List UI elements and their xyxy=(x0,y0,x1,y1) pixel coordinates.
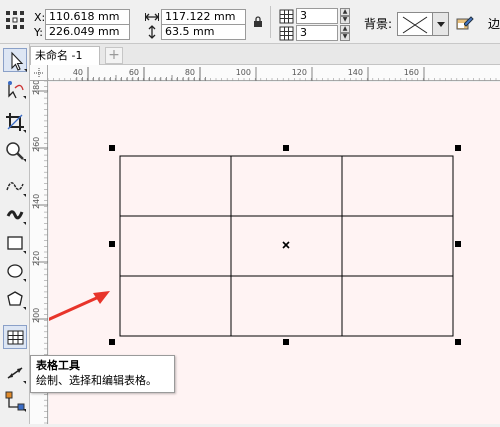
width-field[interactable]: 117.122 mm xyxy=(161,9,246,25)
property-bar: X: 110.618 mm Y: 226.049 mm 117.122 mm 6… xyxy=(0,0,500,44)
rectangle-tool-icon xyxy=(7,236,26,254)
y-position-field[interactable]: 226.049 mm xyxy=(45,24,130,40)
h-ruler-label: 80 xyxy=(185,68,195,77)
connector-tool-icon xyxy=(5,391,26,412)
annotation-arrow xyxy=(42,291,110,324)
edge-label: 边 xyxy=(488,17,500,31)
pick-tool[interactable] xyxy=(3,48,27,72)
table-columns-field[interactable]: 3 xyxy=(296,25,338,41)
shape-tool-icon xyxy=(8,81,26,99)
tooltip-description: 绘制、选择和编辑表格。 xyxy=(36,374,157,387)
horizontal-ruler-scale: 40 60 80 100 120 140 160 xyxy=(47,67,497,81)
height-icon xyxy=(148,25,156,39)
new-document-tab-button[interactable]: + xyxy=(105,47,123,64)
background-color-dropdown[interactable] xyxy=(397,12,449,36)
v-ruler-label: 280 xyxy=(32,81,41,95)
h-ruler-label: 140 xyxy=(348,68,363,77)
rows-spin-down[interactable]: ▼ xyxy=(340,16,350,24)
document-tab-strip: 未命名 -1 + xyxy=(30,44,500,65)
h-ruler-label: 60 xyxy=(129,68,139,77)
crop-tool-icon xyxy=(6,113,26,133)
object-origin-icon[interactable] xyxy=(5,10,25,30)
y-label: Y: xyxy=(34,26,43,39)
tool-tooltip: 表格工具 绘制、选择和编辑表格。 xyxy=(30,355,175,393)
ruler-origin[interactable] xyxy=(30,65,48,81)
chevron-down-icon xyxy=(437,22,445,27)
table-rows-icon xyxy=(279,26,294,41)
x-label: X: xyxy=(34,11,46,24)
h-ruler-label: 120 xyxy=(292,68,307,77)
center-mark-icon[interactable] xyxy=(282,241,290,249)
width-icon xyxy=(145,13,159,21)
rectangle-tool[interactable] xyxy=(3,231,27,255)
artistic-media-icon xyxy=(6,210,26,225)
artistic-media-tool[interactable] xyxy=(3,202,27,226)
table-columns-icon xyxy=(279,9,294,24)
connector-tool[interactable] xyxy=(3,389,27,413)
edit-fill-icon[interactable] xyxy=(456,14,474,32)
table-tool-icon xyxy=(7,330,24,345)
horizontal-ruler[interactable]: 40 60 80 100 120 140 160 xyxy=(47,65,500,81)
dimension-tool-icon xyxy=(7,367,26,384)
pick-tool-icon xyxy=(11,51,27,72)
no-fill-icon xyxy=(402,16,428,34)
h-ruler-label: 160 xyxy=(404,68,419,77)
polygon-tool[interactable] xyxy=(3,287,27,311)
v-ruler-label: 200 xyxy=(32,308,41,323)
columns-spin-up[interactable]: ▲ xyxy=(340,25,350,33)
height-field[interactable]: 63.5 mm xyxy=(161,24,246,40)
polygon-tool-icon xyxy=(7,291,26,310)
freehand-tool[interactable] xyxy=(3,174,27,198)
table-rows-field[interactable]: 3 xyxy=(296,8,338,24)
h-ruler-label: 100 xyxy=(236,68,251,77)
rows-spin-up[interactable]: ▲ xyxy=(340,8,350,16)
tooltip-title: 表格工具 xyxy=(36,359,80,372)
ruler-origin-icon xyxy=(34,68,44,78)
h-ruler-label: 40 xyxy=(73,68,83,77)
v-ruler-label: 220 xyxy=(32,251,41,266)
freehand-tool-icon xyxy=(6,182,26,197)
v-ruler-label: 260 xyxy=(32,137,41,152)
toolbar-divider xyxy=(270,6,271,38)
zoom-tool-icon xyxy=(6,142,26,162)
ellipse-tool-icon xyxy=(7,264,26,282)
crop-tool[interactable] xyxy=(3,110,27,134)
lock-ratio-icon[interactable] xyxy=(253,16,263,28)
x-position-field[interactable]: 110.618 mm xyxy=(45,9,130,25)
zoom-tool[interactable] xyxy=(3,139,27,163)
table-tool[interactable] xyxy=(3,325,27,349)
background-label: 背景: xyxy=(364,17,393,31)
dropdown-arrow-button[interactable] xyxy=(432,13,448,35)
columns-spin-down[interactable]: ▼ xyxy=(340,33,350,41)
shape-tool[interactable] xyxy=(3,76,27,100)
toolbox xyxy=(0,44,30,424)
dimension-tool[interactable] xyxy=(3,361,27,385)
ellipse-tool[interactable] xyxy=(3,259,27,283)
v-ruler-label: 240 xyxy=(32,194,41,209)
tab-document[interactable]: 未命名 -1 xyxy=(30,46,100,65)
